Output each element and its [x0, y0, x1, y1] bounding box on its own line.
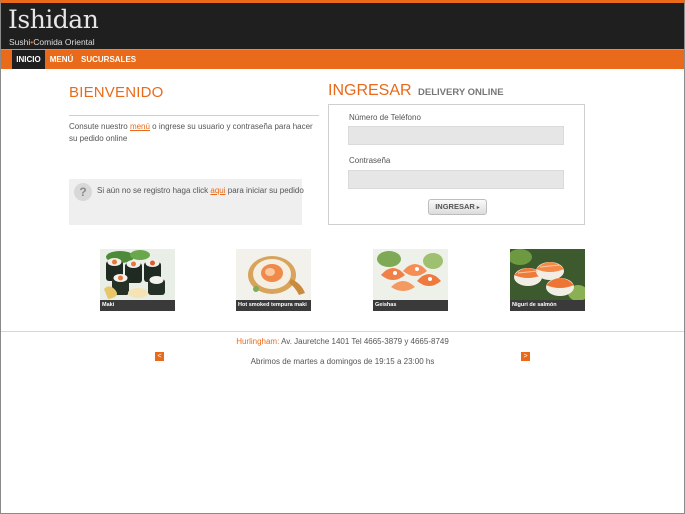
tagline-sushi: Sushi [9, 37, 31, 47]
branch-address: Hurlingham: Av. Jauretche 1401 Tel 4665-… [0, 337, 685, 346]
phone-input[interactable] [348, 126, 564, 145]
login-button-label: INGRESAR [435, 202, 475, 211]
dish-photo-niguiri [510, 249, 585, 300]
dish-photo-maki [100, 249, 175, 300]
menu-link[interactable]: menú [130, 122, 150, 131]
register-link[interactable]: aqui [210, 186, 225, 195]
tagline-comida: Comida Oriental [33, 37, 95, 47]
register-text-start: Si aún no se registro haga click [97, 186, 211, 195]
nav-menu[interactable]: MENÚ [48, 50, 75, 69]
logo-tagline: Sushi•Comida Oriental [9, 37, 95, 47]
dish-hot-smoked[interactable]: Hot smoked tempura maki [236, 249, 311, 311]
welcome-title: BIENVENIDO [69, 84, 164, 101]
register-text-end: para iniciar su pedido [225, 186, 304, 195]
site-logo[interactable]: Ishidan Sushi•Comida Oriental [6, 5, 106, 49]
register-notice: ? Si aún no se registro haga click aqui … [69, 179, 304, 225]
play-arrow-icon: ▸ [476, 205, 480, 211]
dish-niguiri[interactable]: Niguri de salmón [510, 249, 585, 311]
dish-photo-hot-smoked [236, 249, 311, 300]
password-input[interactable] [348, 170, 564, 189]
footer-divider [1, 331, 684, 332]
dish-caption-hot-smoked: Hot smoked tempura maki [236, 300, 311, 311]
dish-caption-niguiri: Niguri de salmón [510, 300, 585, 311]
dish-caption-maki: Maki [100, 300, 175, 311]
login-subheading: DELIVERY ONLINE [418, 87, 504, 98]
question-icon: ? [74, 183, 92, 201]
login-title: INGRESAR DELIVERY ONLINE [328, 82, 504, 100]
opening-hours: Abrimos de martes a domingos de 19:15 a … [250, 357, 435, 366]
welcome-text: Consute nuestro menú o ingrese su usuari… [69, 121, 321, 144]
logo-title: Ishidan [8, 5, 99, 34]
dish-photo-geishas [373, 249, 448, 300]
login-button[interactable]: INGRESAR ▸ [428, 199, 487, 215]
welcome-divider [69, 115, 319, 116]
branch-city: Hurlingham: [236, 337, 280, 346]
dish-caption-geishas: Geishas [373, 300, 448, 311]
password-label: Contraseña [349, 156, 391, 165]
nav-inicio[interactable]: INICIO [12, 50, 45, 69]
branch-address-text: Av. Jauretche 1401 Tel 4665-3879 y 4665-… [279, 337, 449, 346]
phone-label: Número de Teléfono [349, 113, 421, 122]
dish-geishas[interactable]: Geishas [373, 249, 448, 311]
main-nav: INICIO MENÚ SUCURSALES [1, 49, 684, 69]
welcome-text-start: Consute nuestro [69, 122, 130, 131]
nav-sucursales[interactable]: SUCURSALES [81, 50, 136, 69]
register-text: Si aún no se registro haga click aqui pa… [97, 186, 304, 195]
dish-maki[interactable]: Maki [100, 249, 175, 311]
login-heading: INGRESAR [328, 82, 412, 99]
login-form: Número de Teléfono Contraseña INGRESAR ▸ [328, 104, 585, 225]
site-header: Ishidan Sushi•Comida Oriental [1, 3, 684, 49]
